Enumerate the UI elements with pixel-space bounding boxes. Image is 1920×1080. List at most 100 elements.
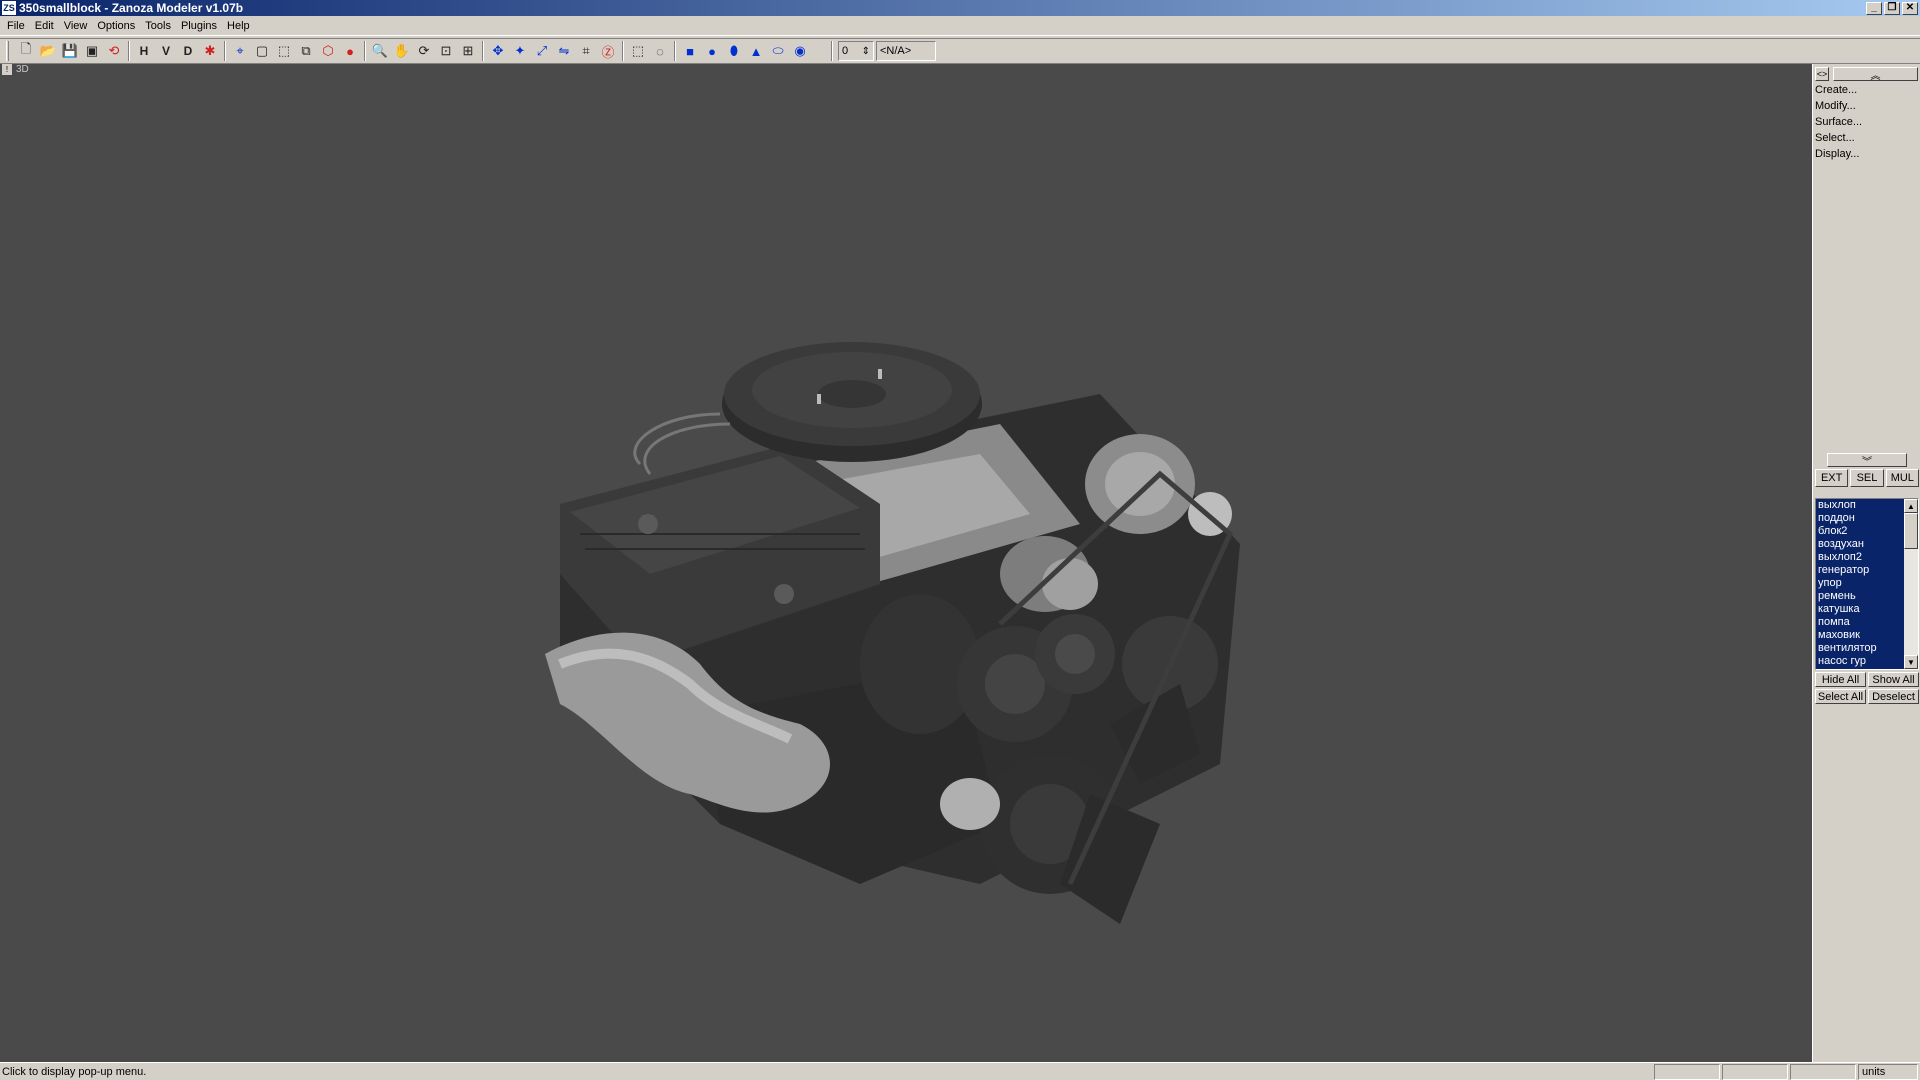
zoom-extents-icon[interactable]: ⊡	[435, 40, 457, 62]
status-cell	[1654, 1063, 1720, 1080]
app-icon: ZS	[2, 1, 16, 15]
object-list-scrollbar[interactable]: ▲ ▼	[1904, 499, 1918, 669]
new-file-icon[interactable]: 🗋	[15, 40, 37, 62]
snap-icon[interactable]: ⌗	[575, 40, 597, 62]
units-display: units	[1858, 1063, 1918, 1080]
command-panel: <> ︽ Create... Modify... Surface... Sele…	[1812, 64, 1920, 1062]
panel-scroll-up-icon[interactable]: ︽	[1833, 67, 1918, 82]
depth-view-button[interactable]: D	[177, 40, 199, 62]
close-button[interactable]: ✕	[1902, 1, 1918, 15]
primitive-tube-icon[interactable]: ◉	[789, 40, 811, 62]
scroll-thumb[interactable]	[1904, 513, 1918, 549]
list-item[interactable]: вентилятор	[1816, 642, 1905, 655]
menu-bar: File Edit View Options Tools Plugins Hel…	[0, 17, 1920, 36]
spinner-value: 0	[842, 45, 849, 57]
ext-mode-button[interactable]: EXT	[1815, 469, 1849, 487]
status-cell	[1790, 1063, 1856, 1080]
viewport-3d[interactable]: ! 3D	[0, 64, 1812, 1062]
object-name-field[interactable]: <N/A>	[876, 41, 936, 61]
list-item[interactable]: воздухан	[1816, 538, 1905, 551]
list-item[interactable]: выхлоп	[1816, 499, 1905, 512]
primitive-cylinder-icon[interactable]: ⬮	[723, 40, 745, 62]
grid-select-icon[interactable]: ⬚	[627, 40, 649, 62]
vertical-view-button[interactable]: V	[155, 40, 177, 62]
mirror-icon[interactable]: ⇋	[553, 40, 575, 62]
horizontal-view-button[interactable]: H	[133, 40, 155, 62]
zoom-all-icon[interactable]: ⊞	[457, 40, 479, 62]
rotate-cube-icon[interactable]: ⟳	[413, 40, 435, 62]
menu-tools[interactable]: Tools	[140, 18, 176, 35]
revert-icon[interactable]: ⟲	[103, 40, 125, 62]
toolbar-separator	[831, 41, 833, 61]
toolbar-separator	[224, 41, 226, 61]
cube-wire-icon[interactable]: ⬚	[273, 40, 295, 62]
object-list[interactable]: выхлоп поддон блок2 воздухан выхлоп2 ген…	[1815, 498, 1919, 670]
scroll-up-arrow-icon[interactable]: ▲	[1904, 499, 1918, 513]
list-item[interactable]: блок2	[1816, 525, 1905, 538]
value-spinner[interactable]: 0 ⇕	[838, 41, 874, 61]
list-item[interactable]: выхлоп2	[1816, 551, 1905, 564]
list-item[interactable]: насос гур	[1816, 655, 1905, 668]
toolbar-separator	[622, 41, 624, 61]
list-item[interactable]: генератор	[1816, 564, 1905, 577]
hide-all-button[interactable]: Hide All	[1815, 672, 1866, 687]
save-icon[interactable]: 💾	[59, 40, 81, 62]
primitive-box-icon[interactable]: ■	[679, 40, 701, 62]
box-select-icon[interactable]: ▢	[251, 40, 273, 62]
toolbar-grip[interactable]	[6, 41, 9, 61]
scale-icon[interactable]: ⤢	[531, 40, 553, 62]
display-command[interactable]: Display...	[1813, 146, 1920, 162]
toolbar-separator	[128, 41, 130, 61]
primitive-cone-icon[interactable]: ▲	[745, 40, 767, 62]
list-item[interactable]: маховик	[1816, 629, 1905, 642]
list-item[interactable]: помпа	[1816, 616, 1905, 629]
primitive-sphere-icon[interactable]: ●	[701, 40, 723, 62]
sel-mode-button[interactable]: SEL	[1850, 469, 1884, 487]
sphere-render-icon[interactable]: ●	[339, 40, 361, 62]
create-command[interactable]: Create...	[1813, 82, 1920, 98]
list-item[interactable]: упор	[1816, 577, 1905, 590]
minimize-button[interactable]: _	[1866, 1, 1882, 15]
surface-command[interactable]: Surface...	[1813, 114, 1920, 130]
modify-command[interactable]: Modify...	[1813, 98, 1920, 114]
menu-file[interactable]: File	[2, 18, 30, 35]
primitive-torus-icon[interactable]: ⬭	[767, 40, 789, 62]
select-all-button[interactable]: Select All	[1815, 689, 1866, 704]
menu-view[interactable]: View	[59, 18, 93, 35]
spinner-arrows-icon[interactable]: ⇕	[862, 46, 870, 57]
panel-toggle-icon[interactable]: <>	[1815, 67, 1829, 81]
z-axis-icon[interactable]: Ⓩ	[597, 40, 619, 62]
cube-red-icon[interactable]: ⬡	[317, 40, 339, 62]
panel-scroll-down-icon[interactable]: ︾	[1827, 453, 1907, 468]
move-icon[interactable]: ✥	[487, 40, 509, 62]
select-vertex-icon[interactable]: ⌖	[229, 40, 251, 62]
lasso-select-icon[interactable]: ◌	[649, 40, 671, 62]
list-item[interactable]: ремень	[1816, 590, 1905, 603]
engine-model	[545, 342, 1240, 924]
toolbar-separator	[482, 41, 484, 61]
show-all-button[interactable]: Show All	[1868, 672, 1919, 687]
open-file-icon[interactable]: 📂	[37, 40, 59, 62]
rotate-icon[interactable]: ✦	[509, 40, 531, 62]
status-message: Click to display pop-up menu.	[2, 1065, 147, 1078]
scroll-down-arrow-icon[interactable]: ▼	[1904, 655, 1918, 669]
menu-help[interactable]: Help	[222, 18, 255, 35]
cube-faces-icon[interactable]: ⧉	[295, 40, 317, 62]
deselect-button[interactable]: Deselect	[1868, 689, 1919, 704]
status-bar: Click to display pop-up menu. units	[0, 1062, 1920, 1080]
list-item[interactable]: поддон	[1816, 512, 1905, 525]
menu-plugins[interactable]: Plugins	[176, 18, 222, 35]
status-cell	[1722, 1063, 1788, 1080]
menu-edit[interactable]: Edit	[30, 18, 59, 35]
maximize-button[interactable]: ❐	[1884, 1, 1900, 15]
menu-options[interactable]: Options	[92, 18, 140, 35]
main-toolbar: 🗋 📂 💾 ▣ ⟲ H V D ✱ ⌖ ▢ ⬚ ⧉ ⬡ ● 🔍 ✋ ⟳ ⊡ ⊞ …	[0, 38, 1920, 64]
mul-mode-button[interactable]: MUL	[1885, 469, 1919, 487]
toolbar-separator	[674, 41, 676, 61]
axes-icon[interactable]: ✱	[199, 40, 221, 62]
list-item[interactable]: катушка	[1816, 603, 1905, 616]
select-command[interactable]: Select...	[1813, 130, 1920, 146]
pan-hand-icon[interactable]: ✋	[391, 40, 413, 62]
save-as-icon[interactable]: ▣	[81, 40, 103, 62]
zoom-icon[interactable]: 🔍	[369, 40, 391, 62]
